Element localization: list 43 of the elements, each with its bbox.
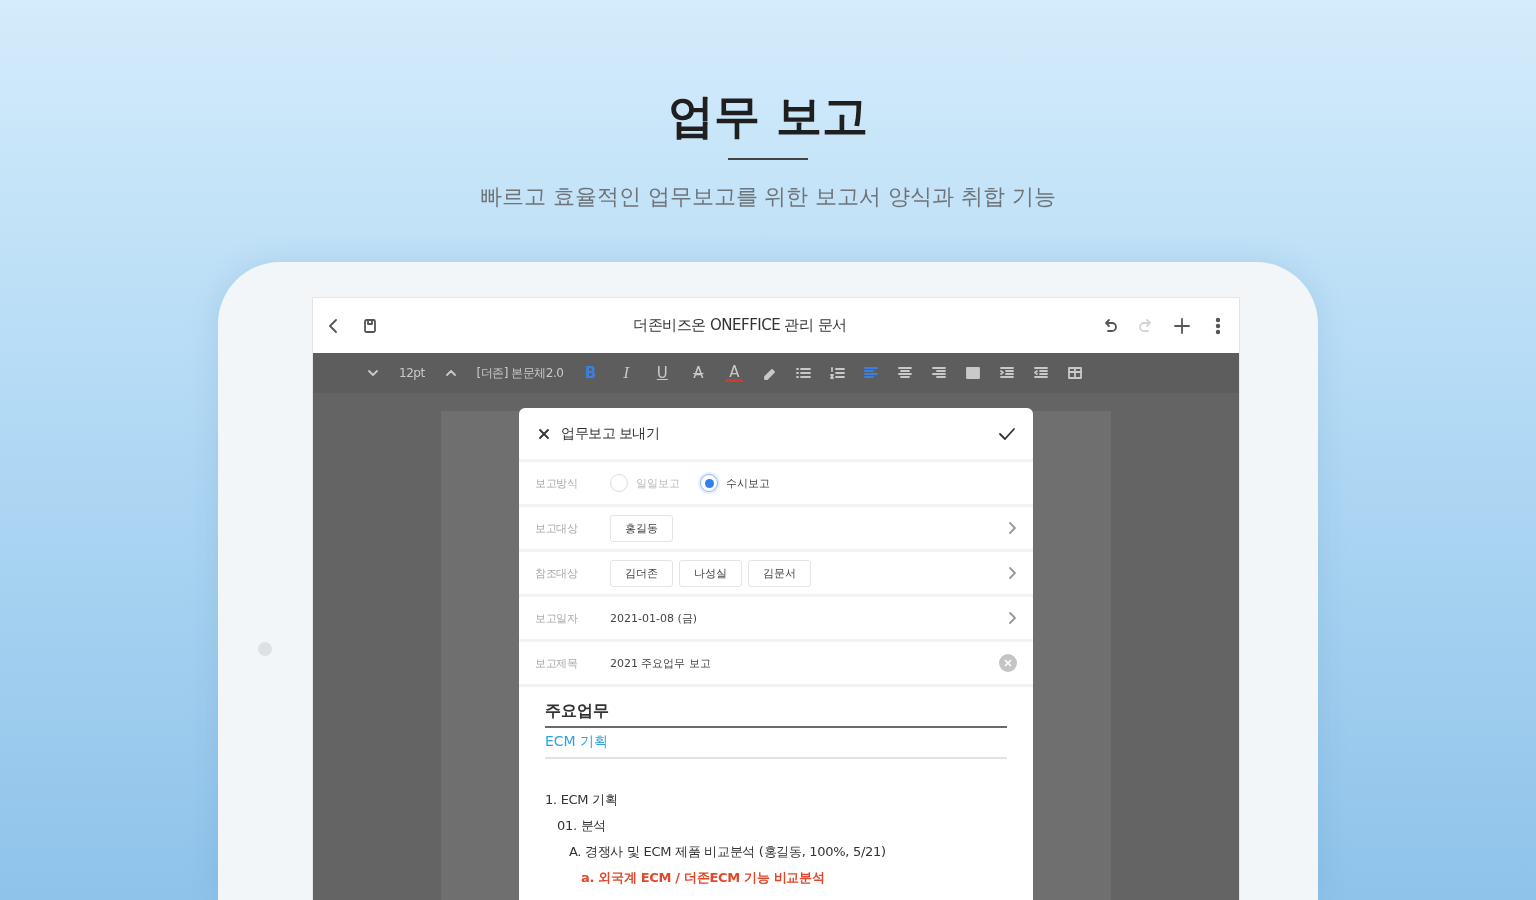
- table-icon[interactable]: [1067, 365, 1084, 381]
- indent-icon[interactable]: [999, 365, 1016, 381]
- outdent-icon[interactable]: [1033, 365, 1050, 381]
- add-icon[interactable]: [1173, 316, 1191, 335]
- justify-icon[interactable]: [965, 365, 982, 381]
- outline-item: 01. 분석: [557, 817, 607, 835]
- strikethrough-button[interactable]: A: [689, 364, 708, 382]
- section-heading: 주요업무: [545, 701, 1007, 728]
- close-icon[interactable]: [537, 426, 551, 441]
- person-chip[interactable]: 나성실: [679, 559, 742, 587]
- field-label: 보고일자: [535, 610, 579, 626]
- chevron-right-icon[interactable]: [1007, 521, 1017, 535]
- section-subheading: ECM 기획: [545, 728, 1007, 759]
- underline-button[interactable]: U: [653, 364, 672, 382]
- field-label: 보고제목: [535, 655, 578, 671]
- dialog-title: 업무보고 보내기: [561, 424, 661, 443]
- chevron-right-icon[interactable]: [1007, 566, 1017, 580]
- person-chip[interactable]: 김더존: [610, 559, 673, 587]
- font-size-value[interactable]: 12pt: [399, 366, 425, 380]
- radio-button[interactable]: [700, 474, 718, 492]
- align-center-icon[interactable]: [897, 365, 914, 381]
- font-color-button[interactable]: A: [725, 364, 744, 382]
- font-name-value[interactable]: [더존] 본문체2.0: [476, 364, 564, 382]
- document-title: 더존비즈온 ONEFFICE 관리 문서: [632, 316, 848, 335]
- outline-item: a. 외국계 ECM / 더존ECM 기능 비교분석: [581, 869, 826, 887]
- promo-subtitle: 빠르고 효율적인 업무보고를 위한 보고서 양식과 취합 기능: [478, 183, 1058, 211]
- radio-label[interactable]: 수시보고: [726, 475, 770, 491]
- field-label: 보고대상: [535, 520, 579, 536]
- title-field[interactable]: 2021 주요업무 보고: [610, 656, 999, 670]
- chevron-right-icon[interactable]: [1007, 611, 1017, 625]
- person-chip[interactable]: 김문서: [748, 559, 811, 587]
- italic-button[interactable]: I: [617, 364, 636, 382]
- field-label: 참조대상: [535, 565, 579, 581]
- person-chip[interactable]: 홍길동: [610, 514, 673, 542]
- bullet-list-icon[interactable]: [795, 365, 812, 381]
- outline-item: 1. ECM 기획: [545, 791, 619, 809]
- date-value: 2021-01-08 (금): [610, 610, 697, 626]
- align-right-icon[interactable]: [931, 365, 948, 381]
- outline-item: A. 경쟁사 및 ECM 제품 비교분석 (홍길동, 100%, 5/21): [569, 843, 887, 861]
- field-label: 보고방식: [535, 475, 578, 491]
- save-icon[interactable]: [361, 316, 379, 335]
- promo-title: 업무 보고: [667, 88, 869, 144]
- numbered-list-icon[interactable]: [829, 365, 846, 381]
